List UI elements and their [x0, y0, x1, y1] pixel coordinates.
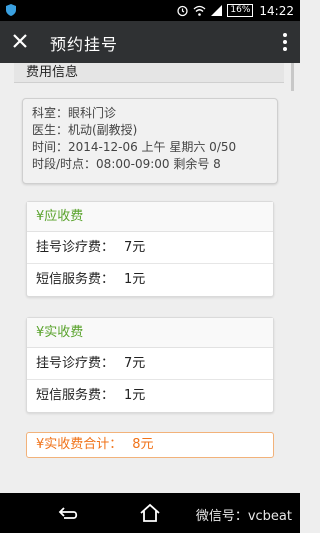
fee-label: 短信服务费： [36, 388, 115, 403]
doctor-text: 医生：机动(副教授) [32, 123, 138, 137]
section-header: 费用信息 [14, 63, 284, 83]
watermark-text: 微信号：vcbeat [195, 509, 292, 524]
fee-value: 7元 [124, 240, 146, 255]
back-icon[interactable] [56, 503, 80, 523]
fee-row: 挂号诊疗费： 7元 [27, 232, 273, 264]
actual-fee-card: ¥实收费 挂号诊疗费： 7元 短信服务费： 1元 [26, 317, 274, 413]
department-text: 科室：眼科门诊 [32, 106, 117, 120]
page-title: 预约挂号 [50, 35, 119, 54]
home-icon[interactable] [138, 503, 162, 523]
alarm-icon [177, 5, 189, 17]
total-value: 8元 [132, 437, 154, 452]
close-icon[interactable] [8, 29, 32, 53]
total-fee-card: ¥实收费合计： 8元 [26, 432, 274, 458]
actual-fee-title: ¥实收费 [27, 318, 273, 348]
time-text: 时间：2014-12-06 上午 星期六 0/50 [32, 140, 237, 154]
fee-label: 挂号诊疗费： [36, 240, 115, 255]
more-options-icon[interactable] [282, 30, 288, 54]
signal-icon [211, 5, 223, 16]
due-fee-title: ¥应收费 [27, 202, 273, 232]
fee-row: 短信服务费： 1元 [27, 380, 273, 412]
fee-label: 挂号诊疗费： [36, 356, 115, 371]
fee-label: 短信服务费： [36, 272, 115, 287]
fee-value: 1元 [124, 272, 146, 287]
scrollbar[interactable] [291, 63, 294, 91]
slot-text: 时段/时点：08:00-09:00 剩余号 8 [32, 157, 221, 171]
wifi-icon [193, 5, 206, 16]
app-bar: 预约挂号 [0, 21, 300, 63]
clock: 14:22 [259, 3, 294, 18]
shield-icon [6, 4, 16, 16]
due-fee-card: ¥应收费 挂号诊疗费： 7元 短信服务费： 1元 [26, 201, 274, 297]
navigation-bar: 微信号：vcbeat [0, 493, 300, 533]
fee-row: 挂号诊疗费： 7元 [27, 348, 273, 380]
fee-row: 短信服务费： 1元 [27, 264, 273, 296]
total-label: ¥实收费合计： [36, 437, 123, 452]
battery-indicator: 16% [227, 4, 254, 17]
fee-value: 7元 [124, 356, 146, 371]
appointment-info-card: 科室：眼科门诊 医生：机动(副教授) 时间：2014-12-06 上午 星期六 … [22, 98, 278, 184]
fee-value: 1元 [124, 388, 146, 403]
status-bar: 16% 14:22 [0, 0, 300, 21]
